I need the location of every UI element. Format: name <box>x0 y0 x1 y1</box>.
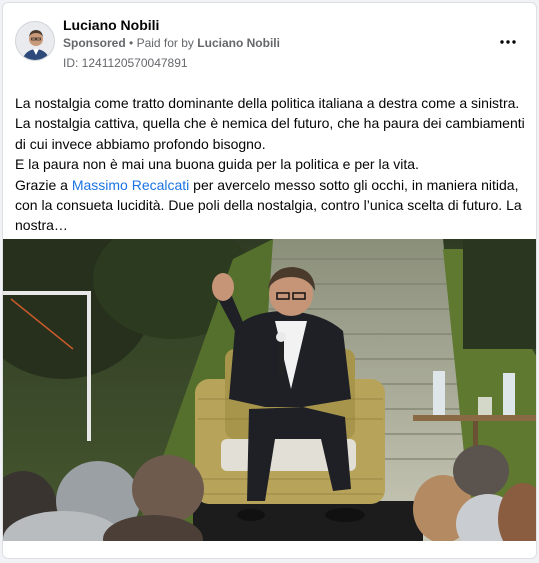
photo-scene-illustration <box>3 239 536 541</box>
author-name[interactable]: Luciano Nobili <box>63 17 159 33</box>
ad-post-card: Luciano Nobili Sponsored • Paid for by L… <box>2 2 537 559</box>
post-body-text: La nostalgia come tratto dominante della… <box>15 93 527 236</box>
separator-dot: • <box>129 36 134 50</box>
mention-link[interactable]: Massimo Recalcati <box>72 177 189 193</box>
post-text-line: Grazie a Massimo Recalcati per avercelo … <box>15 175 527 236</box>
post-text-line: La nostalgia come tratto dominante della… <box>15 95 520 111</box>
sponsored-label: Sponsored <box>63 36 126 50</box>
avatar-portrait-icon <box>16 22 54 60</box>
sponsored-line: Sponsored • Paid for by Luciano Nobili <box>63 36 280 50</box>
paid-for-name[interactable]: Luciano Nobili <box>197 36 280 50</box>
ad-id: ID: 1241120570047891 <box>63 56 188 70</box>
author-avatar[interactable] <box>15 21 55 61</box>
more-options-button[interactable] <box>494 31 522 53</box>
paid-for-prefix: Paid for by <box>136 36 194 50</box>
text-segment: Grazie a <box>15 176 72 193</box>
post-text-line: E la paura non è mai una buona guida per… <box>15 156 419 173</box>
post-header: Luciano Nobili Sponsored • Paid for by L… <box>3 3 536 83</box>
post-text-line: La nostalgia cattiva, quella che è nemic… <box>15 115 525 152</box>
post-photo[interactable] <box>3 239 536 541</box>
more-dots-icon <box>500 40 516 44</box>
